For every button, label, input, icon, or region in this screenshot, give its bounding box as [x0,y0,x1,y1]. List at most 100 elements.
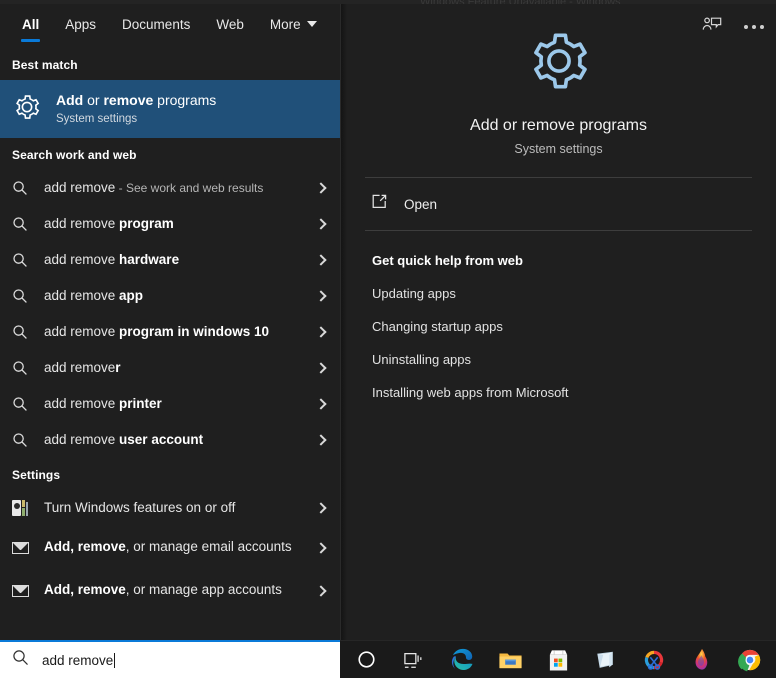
search-input[interactable]: add remove [0,640,340,678]
open-button[interactable]: Open [341,178,776,230]
settings-header: Settings [12,468,61,482]
list-item-bold: user account [119,431,204,447]
header-actions [702,14,764,39]
text-cursor [114,652,116,668]
chevron-right-icon [312,431,330,449]
best-match-title-d: programs [153,91,217,108]
quick-help-header: Get quick help from web [372,253,523,268]
list-item-label: add remove program [44,216,312,233]
chevron-right-icon [312,251,330,269]
chevron-right-icon [312,179,330,197]
search-icon [12,288,34,304]
tab-all[interactable]: All [10,11,53,42]
ellipsis-icon[interactable] [744,24,764,29]
tab-apps-label: Apps [65,16,97,32]
envelope-icon [12,541,34,554]
tab-web-label: Web [216,16,244,32]
settings-item-app-accounts[interactable]: Add, remove, or manage app accounts [0,569,340,612]
settings-item-text: , or manage app accounts [125,582,282,598]
settings-item-label: Turn Windows features on or off [44,499,236,515]
firefox-icon[interactable] [678,641,726,678]
search-flyout: All Apps Documents Web More Best match A… [0,4,776,642]
search-icon [12,324,34,340]
tab-more[interactable]: More [258,11,331,42]
list-item-label: add remove program in windows 10 [44,324,312,341]
best-match-subtitle: System settings [56,112,138,125]
list-item[interactable]: add remove printer [0,386,340,422]
search-icon [12,216,34,232]
list-item-bold: printer [119,395,162,411]
chevron-right-icon [312,395,330,413]
list-item-bold: hardware [119,251,180,267]
best-match-text: Add or remove programs System settings [56,91,216,127]
preview-subtitle: System settings [514,142,603,156]
tab-documents[interactable]: Documents [110,11,204,42]
edge-icon[interactable] [438,641,486,678]
tab-more-label: More [269,16,301,32]
quick-help-section: Get quick help from web Updating apps Ch… [341,231,776,400]
list-item-text: add remove [44,431,120,447]
list-item-label: add remove - See work and web results [44,180,312,197]
help-link-uninstalling-apps[interactable]: Uninstalling apps [372,352,776,367]
search-text: add remove [42,652,114,668]
best-match-result[interactable]: Add or remove programs System settings [0,80,340,138]
search-input-value: add remove [42,652,116,668]
file-explorer-icon[interactable] [486,641,534,678]
chevron-right-icon [312,323,330,341]
list-item-bold: r [115,359,121,375]
list-item-label: add remove user account [44,432,312,449]
best-match-header: Best match [12,58,78,72]
list-item-bold: program [119,215,174,231]
chrome-icon[interactable] [726,641,774,678]
chevron-right-icon [312,287,330,305]
search-icon [12,360,34,376]
list-item[interactable]: add remove hardware [0,242,340,278]
sticky-notes-icon[interactable] [582,641,630,678]
help-link-updating-apps[interactable]: Updating apps [372,286,776,301]
list-item[interactable]: add remove user account [0,422,340,458]
list-item-label: add remove hardware [44,252,312,269]
list-item-text: add remove [44,359,116,375]
list-item-bold: app [119,287,144,303]
search-icon [12,252,34,268]
open-external-icon [371,193,391,215]
settings-item-bold: Add, remove [44,582,126,598]
microsoft-store-icon[interactable] [534,641,582,678]
feedback-person-icon[interactable] [702,14,722,39]
best-match-title-a: Add [56,91,84,108]
search-icon [12,649,29,671]
list-item[interactable]: add remove app [0,278,340,314]
list-item[interactable]: add remover [0,350,340,386]
list-item[interactable]: add remove program in windows 10 [0,314,340,350]
list-item-suffix: - See work and web results [115,180,264,195]
settings-item-windows-features[interactable]: Turn Windows features on or off [0,490,340,526]
list-item-label: add remove app [44,288,312,305]
task-view-icon[interactable] [390,641,438,678]
chevron-right-icon [312,539,330,557]
list-item-text: add remove [44,287,120,303]
settings-item-email-accounts[interactable]: Add, remove, or manage email accounts [0,526,340,569]
search-icon [12,396,34,412]
list-item[interactable]: add remove - See work and web results [0,170,340,206]
settings-item-text: , or manage email accounts [125,539,292,555]
list-item[interactable]: add remove program [0,206,340,242]
list-item-label: add remove printer [44,396,312,413]
snip-sketch-icon[interactable] [630,641,678,678]
filter-tabbar: All Apps Documents Web More [0,4,340,48]
tab-apps[interactable]: Apps [53,11,110,42]
search-icon [12,432,34,448]
open-label: Open [404,196,438,212]
preview-pane: Add or remove programs System settings O… [340,4,776,642]
list-item-text: add remove [44,215,120,231]
list-item-text: add remove [44,179,116,195]
preview-title: Add or remove programs [470,117,647,134]
help-link-installing-web-apps[interactable]: Installing web apps from Microsoft [372,385,776,400]
best-match-title: Add or remove programs [56,91,216,110]
tab-web[interactable]: Web [204,11,258,42]
chevron-right-icon [312,582,330,600]
chevron-right-icon [312,499,330,517]
help-link-changing-startup-apps[interactable]: Changing startup apps [372,319,776,334]
envelope-icon [12,584,34,597]
best-match-title-c: remove [103,91,154,108]
cortana-icon[interactable] [342,641,390,678]
